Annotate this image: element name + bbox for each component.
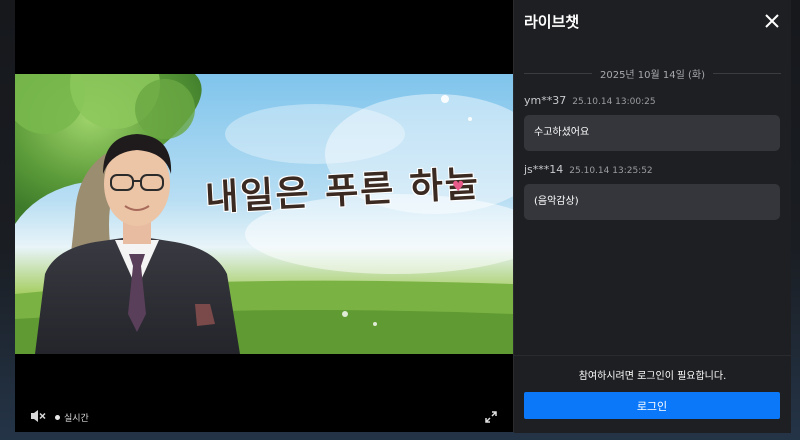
chat-message-header: js***14 25.10.14 13:25:52 (524, 163, 653, 176)
dot-icon (55, 414, 60, 420)
login-notice: 참여하시려면 로그인이 필요합니다. (578, 371, 727, 382)
login-button[interactable]: 로그인 (524, 392, 780, 419)
video-player[interactable]: 내일은 푸른 하늘 ♥ 실시간 (15, 0, 513, 432)
live-chat-panel: 라이브챗 2025년 10월 14일 (화) ym**37 25.10.14 1… (513, 0, 791, 433)
chat-message-bubble: 수고하셨어요 (524, 115, 780, 151)
page: 내일은 푸른 하늘 ♥ 실시간 라이브챗 2025년 10월 14일 (화) y… (0, 0, 800, 440)
login-area: 참여하시려면 로그인이 필요합니다. 로그인 (514, 355, 791, 433)
divider-line (524, 72, 592, 74)
chat-title: 라이브챗 (524, 13, 580, 31)
video-frame: 내일은 푸른 하늘 ♥ (15, 74, 513, 354)
live-badge: 실시간 (55, 410, 89, 424)
chat-message-bubble: (음악감상) (524, 184, 780, 220)
divider-line (713, 72, 782, 74)
chat-date: 2025년 10월 14일 (화) (599, 69, 706, 81)
message-username: ym**37 (524, 94, 567, 107)
expand-icon[interactable] (484, 409, 498, 423)
message-timestamp: 25.10.14 13:00:25 (572, 97, 656, 107)
date-divider: 2025년 10월 14일 (화) (524, 66, 782, 81)
close-icon[interactable] (764, 13, 780, 29)
heart-icon: ♥ (452, 179, 465, 195)
live-label: 실시간 (64, 413, 89, 424)
message-timestamp: 25.10.14 13:25:52 (569, 166, 653, 176)
speaker-muted-icon[interactable] (29, 408, 47, 424)
chat-message-header: ym**37 25.10.14 13:00:25 (524, 94, 656, 107)
message-username: js***14 (524, 163, 564, 176)
player-controls: 실시간 (15, 404, 513, 428)
